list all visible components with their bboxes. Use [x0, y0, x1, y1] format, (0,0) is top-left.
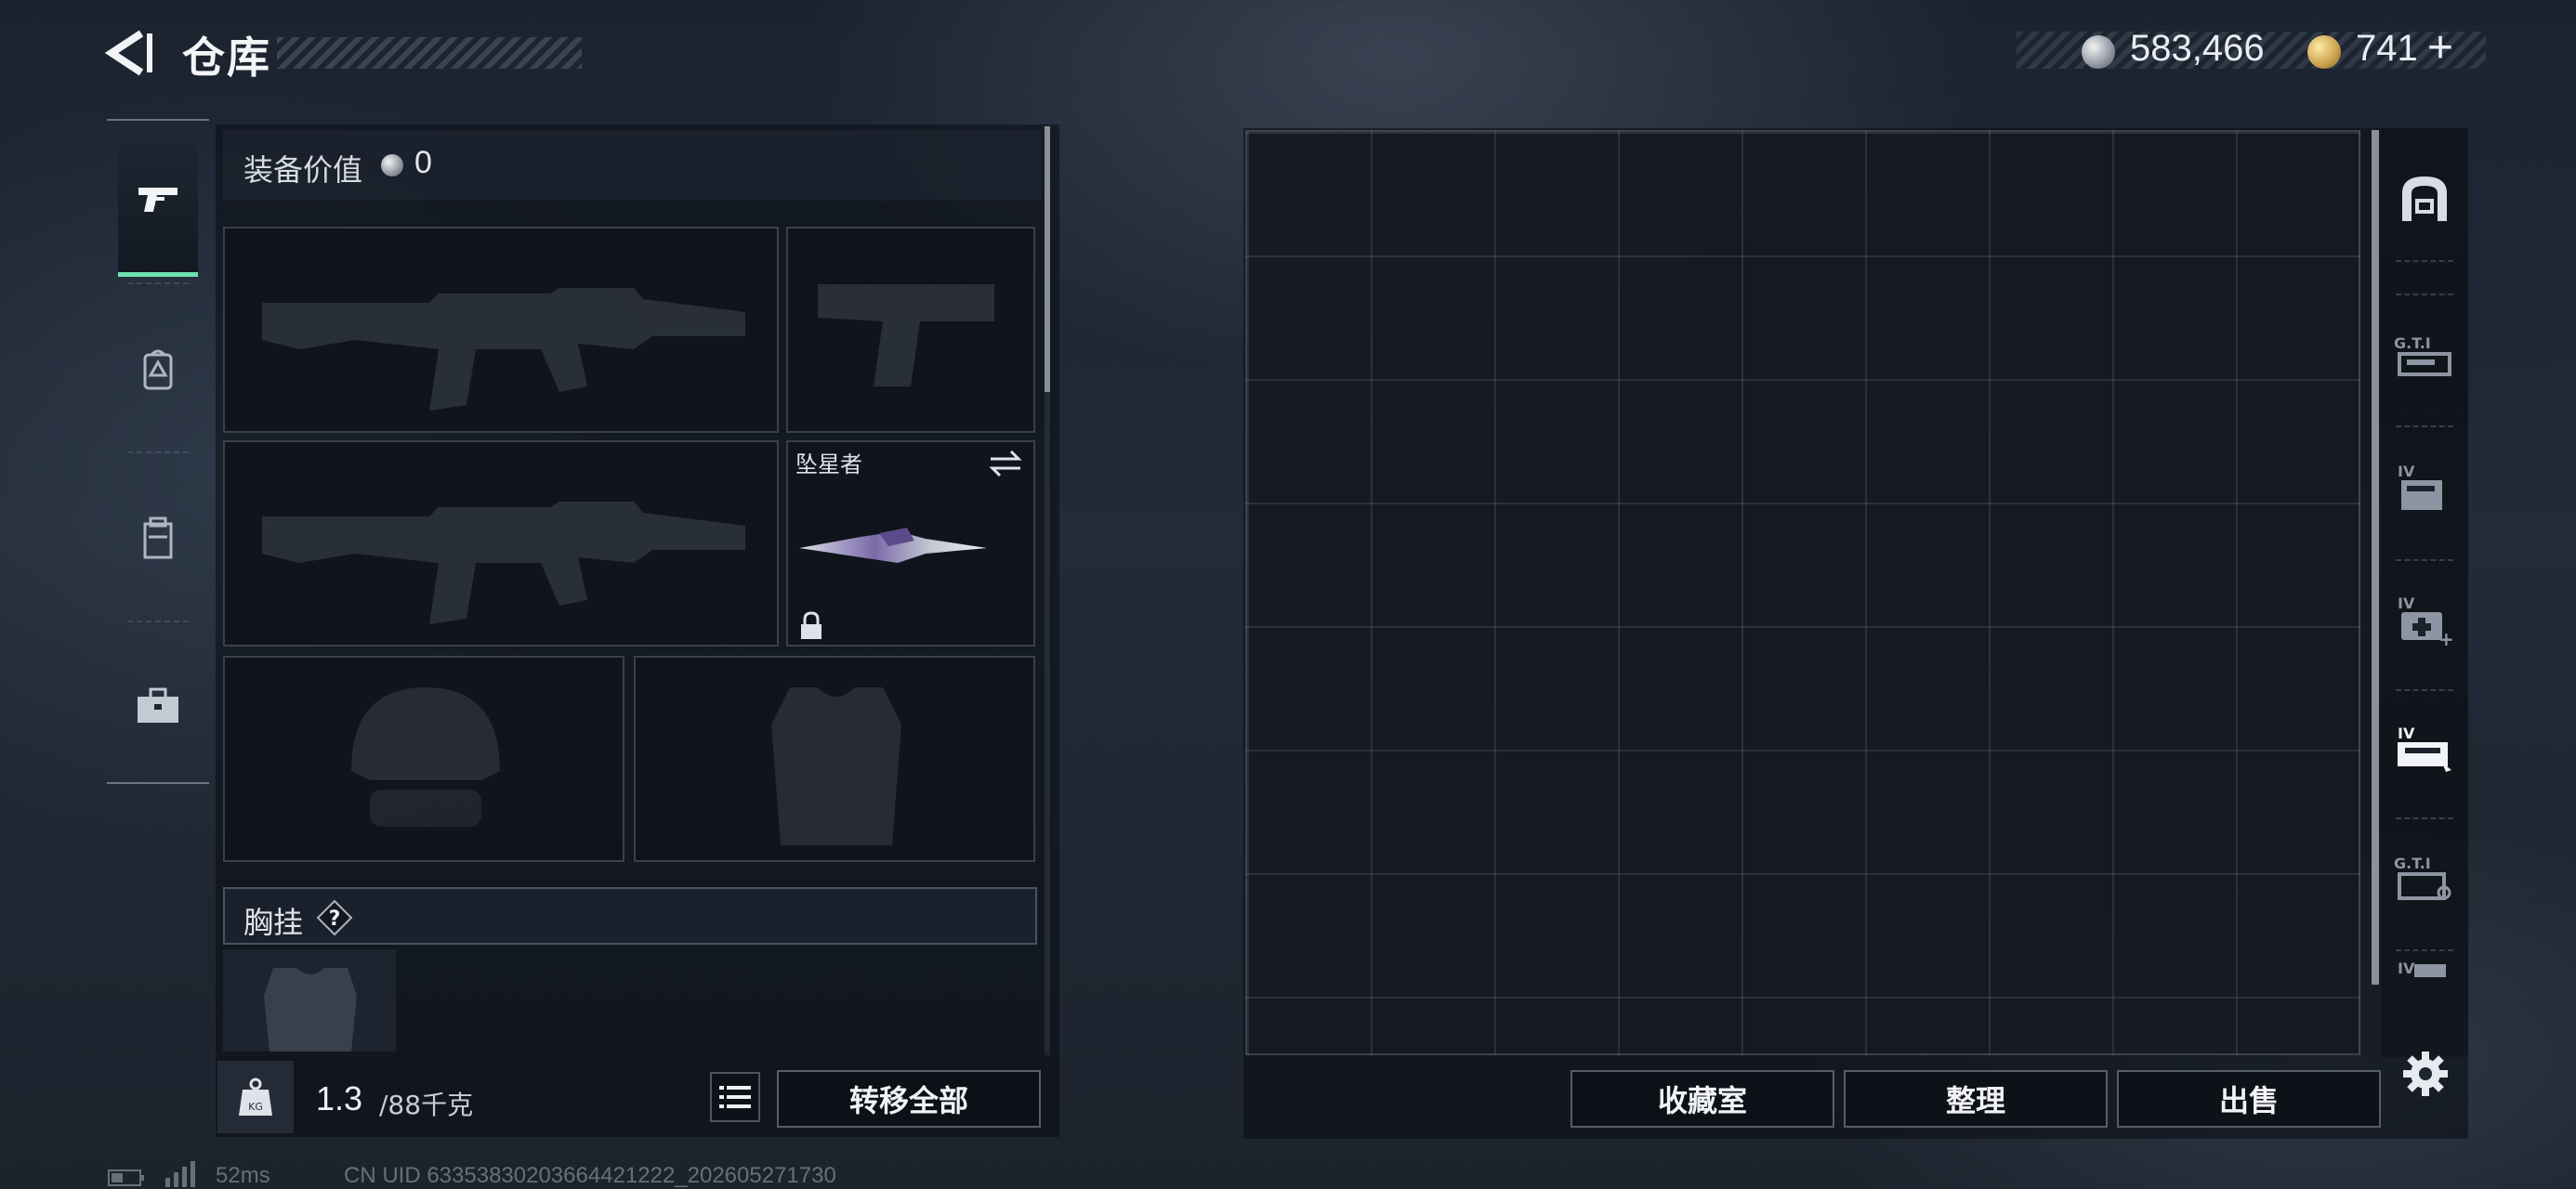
list-view-button[interactable]: [710, 1072, 760, 1122]
rifle-silhouette-icon: [262, 502, 745, 624]
silver-coin-icon: [2082, 35, 2115, 69]
gti-container-icon: G.T.I: [2394, 334, 2451, 376]
tier4-partial-icon: IV: [2398, 960, 2446, 977]
tab-chest-rig[interactable]: [118, 463, 198, 615]
pistol-silhouette-icon: [818, 284, 994, 386]
tier4-box-icon: IV: [2398, 463, 2442, 510]
chest-rig-label: 胸挂: [243, 905, 304, 940]
container-divider: [2396, 817, 2453, 819]
settings-gear-icon[interactable]: [2401, 1050, 2450, 1098]
category-sidebar: [107, 119, 209, 784]
gti-key-case-icon: G.T.I: [2394, 855, 2451, 900]
back-arrow-icon: [104, 30, 152, 76]
add-currency-button[interactable]: +: [2427, 22, 2453, 73]
svg-text:+: +: [2438, 628, 2454, 647]
list-icon: [719, 1086, 751, 1108]
knife-icon: [799, 528, 987, 563]
organize-button[interactable]: 整理: [1844, 1070, 2108, 1128]
garage-icon: [2402, 176, 2447, 221]
sidebar-divider: [127, 621, 189, 622]
melee-item-name: 坠星者: [795, 451, 862, 477]
rifle-silhouette-icon: [262, 288, 745, 411]
container-tab-gti-key[interactable]: G.T.I: [2381, 821, 2468, 938]
ping-readout: 52ms: [216, 1163, 270, 1188]
container-divider: [2396, 260, 2453, 262]
gold-coin-icon: [2307, 35, 2341, 69]
loadout-scroll-thumb[interactable]: [1045, 126, 1050, 392]
weight-icon: KG: [217, 1061, 294, 1133]
svg-text:?: ?: [329, 908, 341, 931]
battery-icon: [108, 1169, 145, 1187]
weight-current: 1.3: [316, 1079, 363, 1117]
container-tab-more[interactable]: IV: [2381, 957, 2468, 1040]
briefcase-icon: [138, 687, 178, 723]
collection-room-button[interactable]: 收藏室: [1571, 1070, 1834, 1128]
tier4-case-icon: IV: [2398, 725, 2451, 772]
swap-icon[interactable]: [987, 448, 1024, 479]
svg-text:KG: KG: [248, 1101, 263, 1113]
sidebar-divider: [127, 282, 189, 284]
vest-icon: [143, 516, 173, 559]
tab-backpack[interactable]: [118, 294, 198, 446]
weight-max: /88千克: [379, 1090, 474, 1120]
storage-scrollbar[interactable]: [2372, 130, 2379, 985]
storage-grid[interactable]: [1245, 130, 2360, 1055]
armor-silhouette-icon: [771, 687, 901, 845]
svg-text:IV: IV: [2398, 960, 2415, 977]
primary-weapon-slot-2[interactable]: [223, 440, 779, 647]
equipment-value-label: 装备价值: [243, 152, 363, 188]
container-tab-box[interactable]: IV: [2381, 429, 2468, 546]
svg-text:IV: IV: [2398, 594, 2415, 612]
tier4-medkit-icon: IV +: [2398, 594, 2454, 647]
svg-text:IV: IV: [2398, 725, 2415, 742]
svg-text:IV: IV: [2398, 463, 2415, 480]
back-button[interactable]: [104, 28, 154, 78]
container-divider: [2396, 294, 2453, 295]
signal-icon: [164, 1161, 201, 1187]
lock-icon: [797, 611, 825, 641]
helmet-silhouette-icon: [351, 687, 500, 827]
help-icon[interactable]: ?: [316, 899, 353, 936]
helmet-slot[interactable]: [223, 656, 624, 862]
pistol-slot[interactable]: [786, 227, 1035, 433]
sell-button[interactable]: 出售: [2117, 1070, 2381, 1128]
pistol-icon: [138, 187, 177, 212]
title-decoration: [277, 37, 582, 69]
user-uid: CN UID 63353830203664421222_202605271730: [344, 1163, 836, 1188]
armor-slot[interactable]: [634, 656, 1035, 862]
page-title: 仓库: [182, 33, 271, 83]
equipment-value: 0: [414, 145, 432, 180]
container-divider: [2396, 949, 2453, 951]
gold-amount: 741: [2356, 28, 2418, 69]
vest-silhouette-icon: [264, 968, 357, 1052]
svg-text:G.T.I: G.T.I: [2394, 334, 2431, 352]
chest-rig-slot[interactable]: [223, 949, 396, 1052]
backpack-icon: [143, 349, 173, 390]
tab-weapons[interactable]: [118, 124, 198, 277]
silver-amount: 583,466: [2130, 28, 2265, 69]
sidebar-divider: [127, 451, 189, 453]
container-tab-gti[interactable]: G.T.I: [2381, 299, 2468, 416]
svg-text:G.T.I: G.T.I: [2394, 855, 2431, 872]
container-tab-case[interactable]: IV: [2381, 691, 2468, 808]
container-tab-medkit[interactable]: IV +: [2381, 561, 2468, 678]
transfer-all-button[interactable]: 转移全部: [777, 1070, 1041, 1128]
container-divider: [2396, 425, 2453, 427]
tab-case[interactable]: [118, 630, 198, 782]
container-tab-garage[interactable]: [2381, 139, 2468, 256]
primary-weapon-slot-1[interactable]: [223, 227, 779, 433]
silver-coin-icon: [381, 154, 403, 176]
